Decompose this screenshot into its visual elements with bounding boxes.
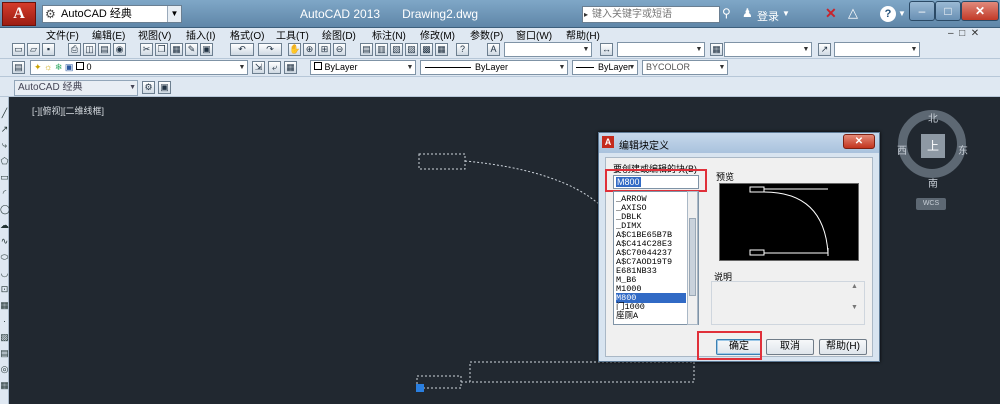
edit-block-definition-dialog: A 编辑块定义 ✕ 要创建或编辑的块(B) M800 _ARROW _AXISO… (598, 132, 880, 362)
block-preview (719, 183, 859, 261)
compass-west[interactable]: 西 (897, 142, 907, 157)
door-leaf (469, 361, 695, 383)
viewcube-top-face[interactable]: 上 (921, 134, 945, 158)
dialog-close-button[interactable]: ✕ (843, 134, 875, 149)
compass-east[interactable]: 东 (958, 142, 968, 157)
scrollbar-thumb[interactable] (689, 218, 696, 296)
door-preview-drawing (749, 186, 829, 256)
door-swing-arc (464, 160, 601, 206)
highlight-ok-button (697, 331, 762, 360)
preview-label: 预览 (716, 172, 735, 182)
description-field[interactable] (711, 281, 865, 325)
door-frame-top (418, 153, 466, 170)
wcs-menu[interactable]: WCS (916, 198, 946, 210)
block-list-scrollbar[interactable] (687, 191, 698, 325)
dialog-title: 编辑块定义 (619, 141, 669, 152)
compass-north[interactable]: 北 (928, 110, 938, 125)
description-scrollbar[interactable]: ▲ ▼ (851, 283, 863, 323)
autocad-logo-icon: A (602, 136, 614, 148)
grip-point[interactable] (416, 384, 424, 392)
highlight-block-name (605, 169, 707, 192)
list-item[interactable]: 座厕A (616, 311, 686, 321)
cancel-button[interactable]: 取消 (766, 339, 814, 355)
compass-south[interactable]: 南 (928, 175, 938, 190)
help-button[interactable]: 帮助(H) (819, 339, 867, 355)
